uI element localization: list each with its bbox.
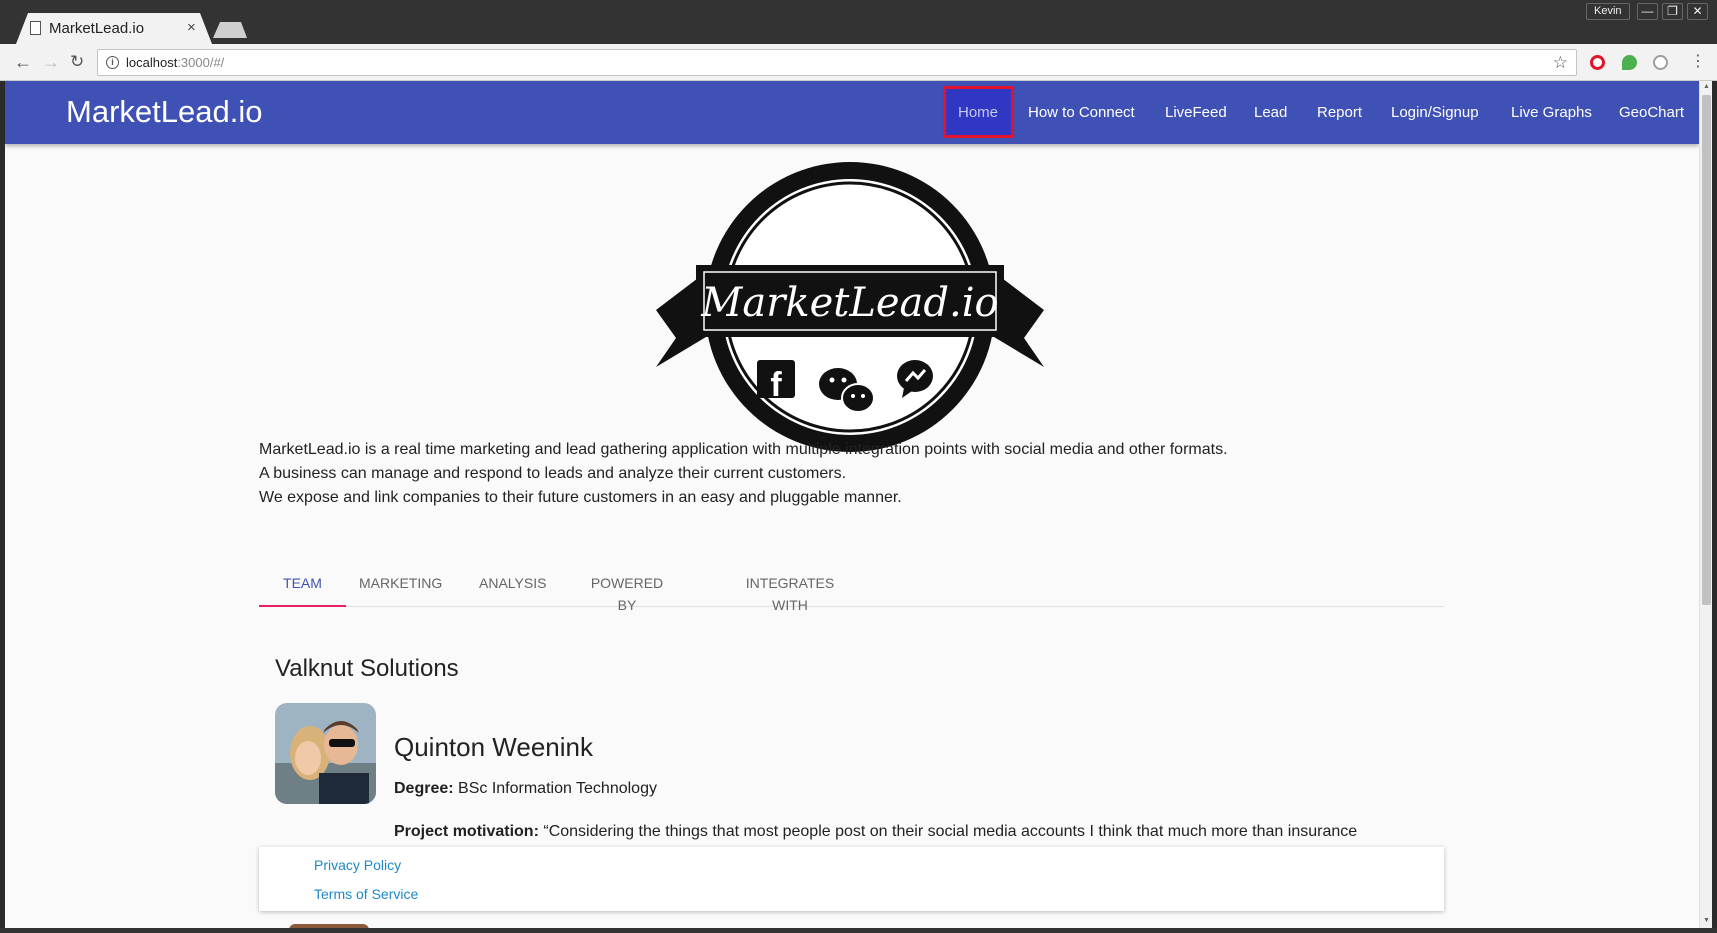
nav-live-graphs[interactable]: Live Graphs	[1511, 104, 1592, 121]
tab-analysis[interactable]: ANALYSIS	[479, 572, 546, 607]
browser-toolbar: ← → ↻ i localhost:3000/#/ ☆ ⋮	[0, 44, 1717, 81]
member-degree: Degree: BSc Information Technology	[394, 780, 657, 797]
window-bottom-edge	[0, 928, 1717, 933]
maximize-button[interactable]: ❐	[1662, 3, 1683, 20]
minimize-button[interactable]: —	[1637, 3, 1658, 20]
green-extension-icon[interactable]	[1622, 55, 1637, 70]
team-title: Valknut Solutions	[275, 655, 459, 682]
footer-bar: Privacy Policy Terms of Service	[259, 847, 1444, 911]
marketlead-logo: MarketLead.io f	[656, 162, 1044, 452]
back-icon[interactable]: ←	[14, 53, 32, 71]
intro-line: A business can manage and respond to lea…	[259, 465, 847, 482]
nav-geochart[interactable]: GeoChart	[1619, 104, 1684, 121]
opera-extension-icon[interactable]	[1590, 55, 1605, 70]
scroll-up-arrow-icon[interactable]: ▲	[1703, 83, 1710, 90]
address-bar[interactable]: i localhost:3000/#/ ☆	[97, 49, 1577, 76]
nav-livefeed[interactable]: LiveFeed	[1165, 104, 1227, 121]
intro-line: We expose and link companies to their fu…	[259, 489, 902, 506]
browser-titlebar: MarketLead.io × Kevin — ❐ ✕	[0, 0, 1717, 44]
tab-title: MarketLead.io	[49, 20, 145, 37]
scroll-down-arrow-icon[interactable]: ▼	[1703, 917, 1710, 924]
svg-text:f: f	[770, 366, 782, 404]
bookmark-star-icon[interactable]: ☆	[1553, 53, 1568, 73]
nav-lead[interactable]: Lead	[1254, 104, 1287, 121]
intro-text: MarketLead.io is a real time marketing a…	[259, 438, 1228, 510]
grey-extension-icon[interactable]	[1653, 55, 1668, 70]
privacy-policy-link[interactable]: Privacy Policy	[314, 857, 401, 873]
facebook-icon: f	[757, 360, 795, 404]
member-name: Quinton Weenink	[394, 732, 593, 762]
nav-login-signup[interactable]: Login/Signup	[1391, 104, 1479, 121]
profile-button[interactable]: Kevin	[1586, 3, 1630, 20]
tab-powered-by[interactable]: POWERED BY	[583, 572, 671, 613]
scroll-thumb[interactable]	[1702, 95, 1711, 605]
page-icon	[30, 21, 41, 35]
member-avatar	[275, 703, 376, 804]
app-navbar: MarketLead.io Home How to Connect LiveFe…	[5, 81, 1699, 144]
intro-line: MarketLead.io is a real time marketing a…	[259, 441, 1228, 458]
nav-report[interactable]: Report	[1317, 104, 1362, 121]
nav-home[interactable]: Home	[958, 104, 998, 121]
page-viewport: MarketLead.io Home How to Connect LiveFe…	[5, 81, 1699, 928]
tab-marketing[interactable]: MARKETING	[359, 572, 442, 607]
nav-how-to-connect[interactable]: How to Connect	[1028, 104, 1135, 121]
brand-title[interactable]: MarketLead.io	[66, 94, 262, 130]
member-motivation: Project motivation: “Considering the thi…	[394, 823, 1358, 840]
menu-icon[interactable]: ⋮	[1690, 53, 1706, 71]
url-text[interactable]: localhost:3000/#/	[126, 55, 224, 70]
info-icon[interactable]: i	[106, 56, 119, 69]
page-scrollbar[interactable]: ▲ ▼	[1699, 81, 1712, 928]
forward-icon[interactable]: →	[42, 53, 60, 71]
reload-icon[interactable]: ↻	[70, 53, 84, 71]
content-tabs: TEAM MARKETING ANALYSIS POWERED BY INTEG…	[259, 572, 1444, 613]
tab-team[interactable]: TEAM	[259, 572, 346, 607]
close-tab-icon[interactable]: ×	[187, 19, 196, 36]
logo-text: MarketLead.io	[700, 280, 998, 326]
terms-of-service-link[interactable]: Terms of Service	[314, 886, 418, 902]
tab-integrates-with[interactable]: INTEGRATES WITH	[729, 572, 851, 613]
new-tab-button[interactable]	[213, 22, 247, 38]
close-window-button[interactable]: ✕	[1687, 3, 1708, 20]
